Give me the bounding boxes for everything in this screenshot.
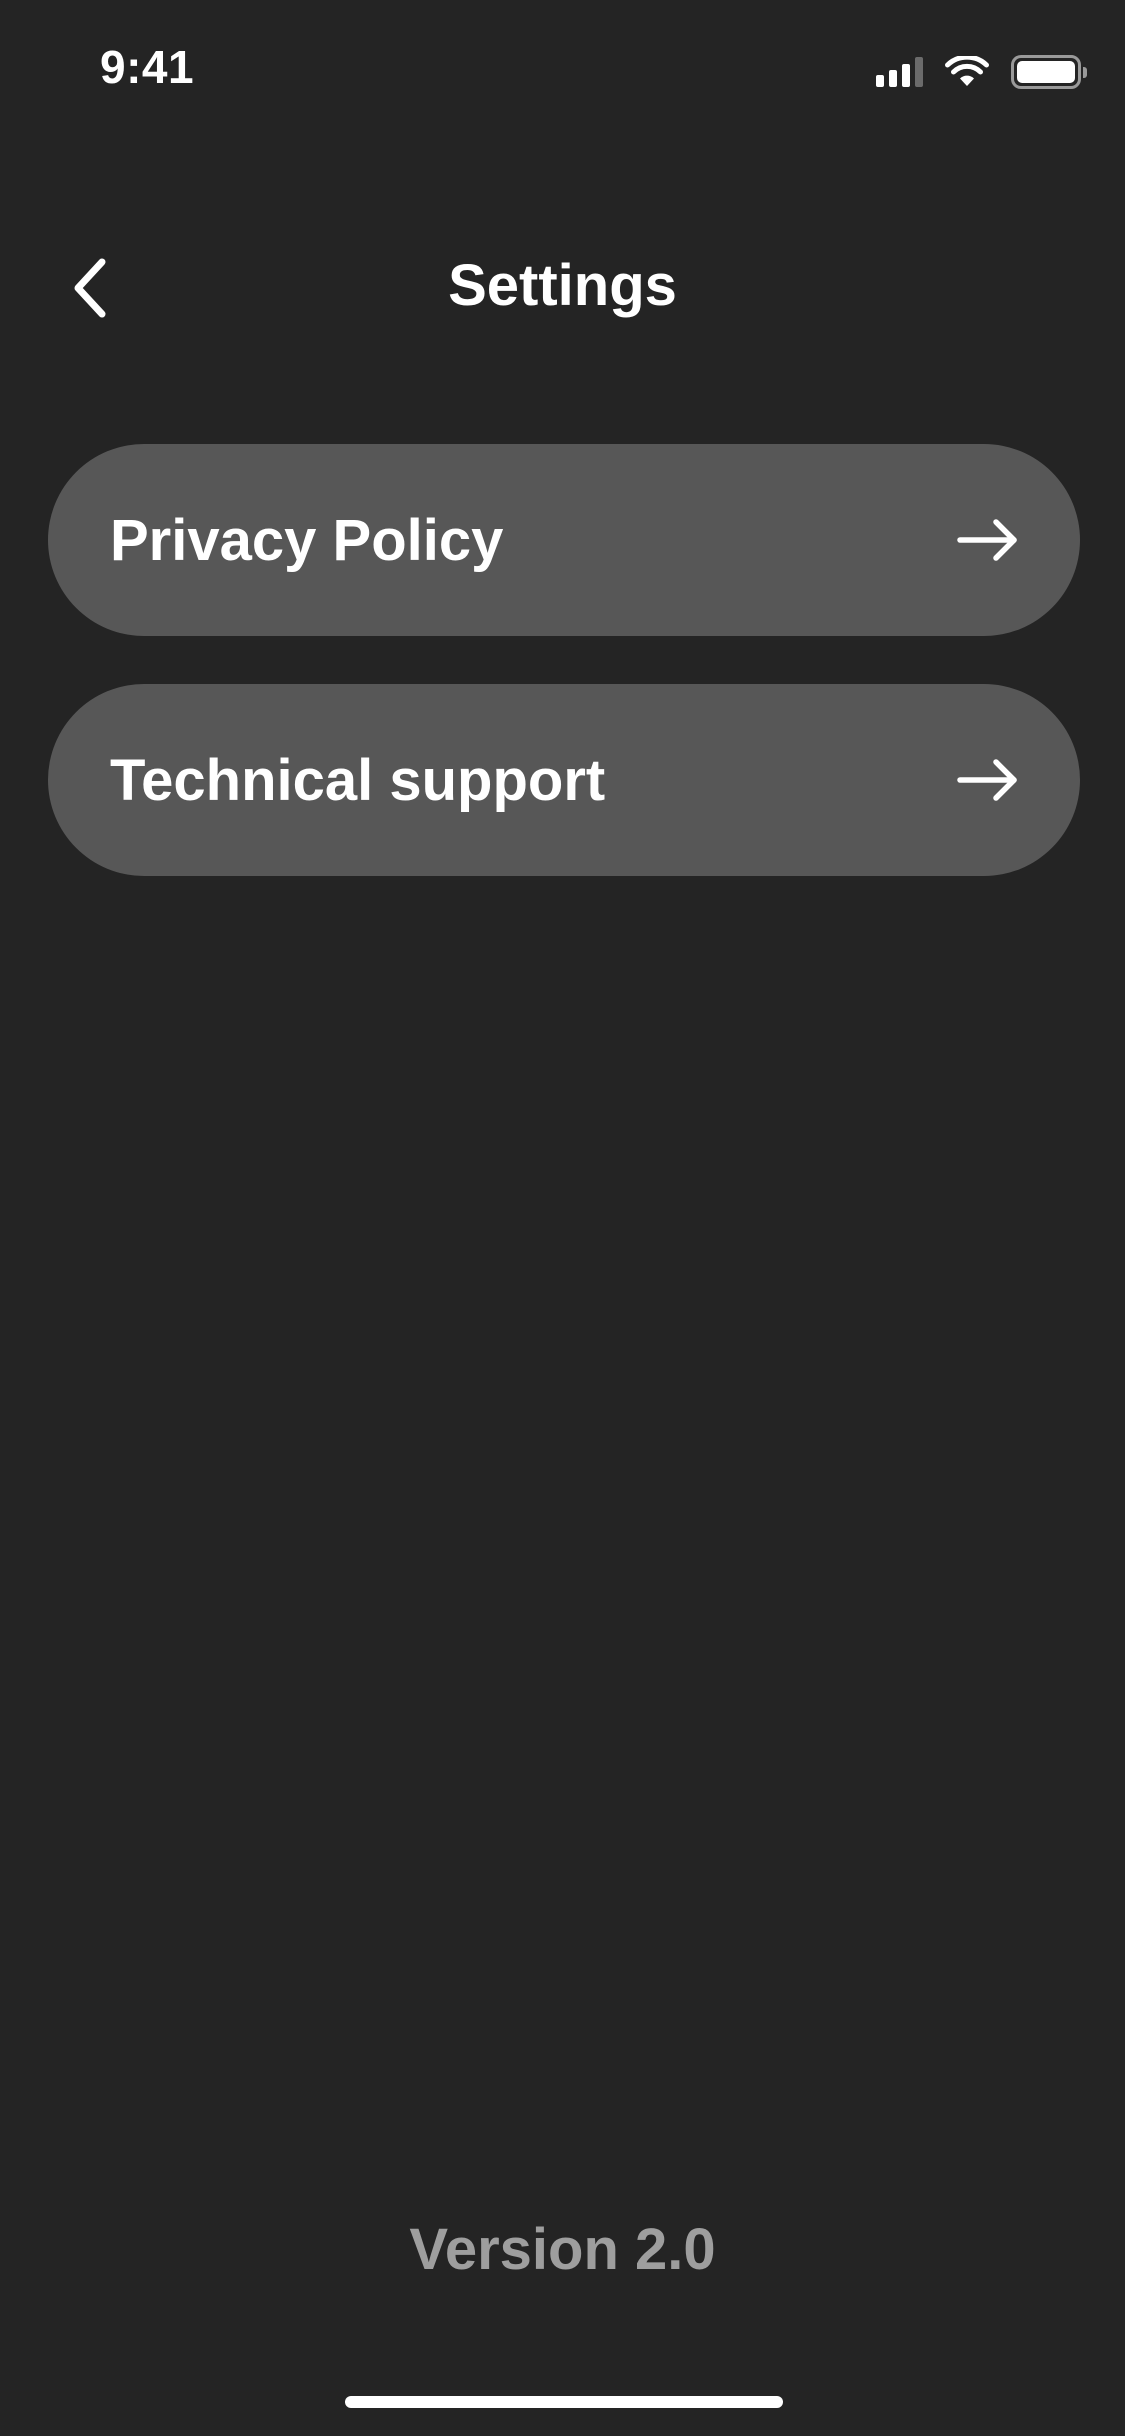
status-bar: 9:41 xyxy=(0,0,1125,140)
arrow-right-icon xyxy=(956,758,1020,802)
technical-support-button[interactable]: Technical support xyxy=(48,684,1080,876)
page-title: Settings xyxy=(448,253,677,318)
home-indicator[interactable] xyxy=(345,2396,783,2408)
wifi-icon xyxy=(945,56,989,86)
privacy-policy-button[interactable]: Privacy Policy xyxy=(48,444,1080,636)
menu-item-label: Technical support xyxy=(110,747,606,813)
battery-icon xyxy=(1011,55,1087,89)
menu-item-label: Privacy Policy xyxy=(110,507,504,573)
status-icons xyxy=(876,52,1087,92)
status-time: 9:41 xyxy=(100,41,195,93)
settings-menu: Privacy Policy Technical support xyxy=(48,444,1080,924)
header: Settings xyxy=(0,230,1125,346)
arrow-right-icon xyxy=(956,518,1020,562)
version-text: Version 2.0 xyxy=(409,2217,716,2282)
signal-icon xyxy=(876,57,923,87)
